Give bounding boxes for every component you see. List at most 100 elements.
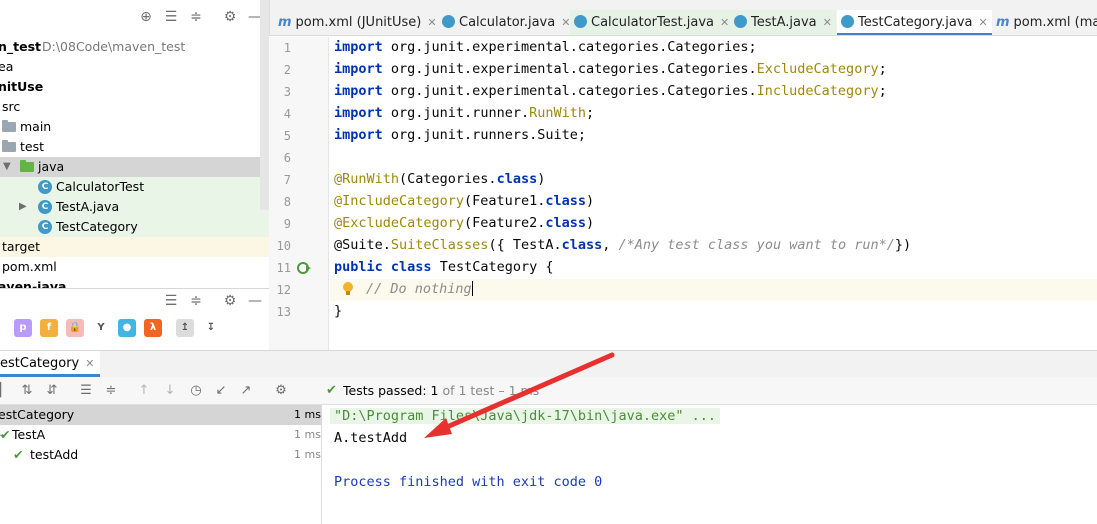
line-number: 1 (283, 41, 291, 55)
show-fields-icon[interactable]: f (40, 319, 58, 337)
close-icon[interactable]: ✕ (979, 16, 988, 29)
code-line-1: import org.junit.experimental.categories… (334, 39, 757, 55)
show-inherited-icon[interactable]: Y (92, 319, 110, 337)
line-number: 7 (283, 173, 291, 187)
expand-all-icon[interactable]: ☰ (162, 8, 180, 26)
collapse-all-icon[interactable]: ≑ (187, 292, 205, 310)
previous-failed-icon[interactable]: ↑ (135, 382, 153, 400)
close-icon[interactable]: ✕ (85, 357, 94, 370)
console-exit-line: Process finished with exit code 0 (334, 474, 603, 490)
gear-icon[interactable]: ⚙ (272, 382, 290, 400)
run-toolbar: ▏ ⇅ ⇵ ☰ ≑ ↑ ↓ ◷ ↙ ↗ ⚙ ✔ Tests passed: 1 … (0, 377, 1097, 405)
sort-alphabetically-icon[interactable]: ⇅ (18, 382, 36, 400)
tree-item-junituse[interactable]: nitUse (0, 77, 269, 97)
code-line-12: // Do nothing (366, 281, 473, 297)
tree-item-calculatortest[interactable]: C CalculatorTest (0, 177, 269, 197)
tree-item-src[interactable]: src (0, 97, 269, 117)
locate-icon[interactable]: ⊕ (137, 8, 155, 26)
test-duration: 1 ms (294, 448, 321, 461)
close-icon[interactable]: ✕ (720, 16, 729, 29)
line-number: 10 (276, 239, 291, 253)
lightbulb-icon[interactable] (341, 280, 355, 298)
project-name: n_test (0, 39, 42, 54)
show-non-public-icon[interactable]: 🔒 (66, 319, 84, 337)
tab-calculator-java[interactable]: Calculator.java ✕ (442, 10, 570, 35)
close-icon[interactable]: ✕ (823, 16, 832, 29)
test-class-icon (574, 15, 587, 28)
passed-check-icon: ✔ (0, 427, 11, 442)
code-line-9: @ExcludeCategory(Feature2.class) (334, 215, 595, 231)
tab-run-testcategory[interactable]: estCategory ✕ (0, 351, 101, 377)
line-number: 12 (276, 283, 291, 297)
tree-item-project-root[interactable]: n_test D:\08Code\maven_test (0, 37, 269, 57)
test-node-testcategory[interactable]: estCategory 1 ms (0, 405, 321, 425)
test-class-icon: C (38, 180, 52, 194)
import-tests-icon[interactable]: ↙ (212, 382, 230, 400)
expand-all-icon[interactable]: ☰ (162, 292, 180, 310)
tree-item-java[interactable]: ▼ java (0, 157, 269, 177)
tree-item-maven-java[interactable]: aven-java (0, 277, 269, 288)
test-node-testadd[interactable]: ✔ testAdd 1 ms (0, 445, 321, 465)
editor-gutter[interactable] (269, 37, 329, 350)
project-tool-window: ⊕ ☰ ≑ ⚙ — n_test D:\08Code\maven_test ea… (0, 0, 269, 288)
tab-testcategory-java[interactable]: TestCategory.java ✕ (837, 10, 992, 35)
maven-icon: m (996, 15, 1010, 30)
chevron-right-icon[interactable]: ▶ (19, 197, 27, 217)
tree-item-target[interactable]: target (0, 237, 269, 257)
history-icon[interactable]: ◷ (187, 382, 205, 400)
tree-item-testa[interactable]: ▶ C TestA.java (0, 197, 269, 217)
tab-calculatortest-java[interactable]: CalculatorTest.java ✕ (570, 10, 734, 35)
tab-testa-java[interactable]: TestA.java ✕ (730, 10, 836, 35)
tree-item-test[interactable]: test (0, 137, 269, 157)
tab-pom-maven[interactable]: mpom.xml (mave (996, 10, 1097, 35)
folder-icon (2, 120, 16, 132)
tab-pom-junituse[interactable]: m pom.xml (JUnitUse) ✕ (278, 10, 437, 35)
sort-by-duration-icon[interactable]: ⇵ (43, 382, 61, 400)
test-duration: 1 ms (294, 408, 321, 421)
tree-item-pom[interactable]: pom.xml (0, 257, 269, 277)
code-line-13: } (334, 303, 343, 319)
minimize-icon[interactable]: — (246, 292, 264, 310)
class-icon (442, 15, 455, 28)
line-number: 6 (283, 151, 291, 165)
next-failed-icon[interactable]: ↓ (161, 382, 179, 400)
collapse-all-icon[interactable]: ≑ (102, 382, 120, 400)
line-number: 9 (283, 217, 291, 231)
rerun-icon[interactable]: ▏ (0, 382, 14, 400)
export-tests-icon[interactable]: ↗ (237, 382, 255, 400)
run-test-gutter-icon[interactable] (296, 260, 312, 276)
tree-item-idea[interactable]: ea (0, 57, 269, 77)
expand-all-icon[interactable]: ☰ (77, 382, 95, 400)
code-line-10: @Suite.SuiteClasses({ TestA.class, /*Any… (334, 237, 912, 253)
folder-icon (2, 140, 16, 152)
collapse-all-icon[interactable]: ≑ (187, 8, 205, 26)
test-class-icon: C (38, 200, 52, 214)
code-line-3: import org.junit.experimental.categories… (334, 83, 887, 99)
autoscroll-to-source-icon[interactable]: ↥ (176, 319, 194, 337)
line-number: 2 (283, 63, 291, 77)
close-icon[interactable]: ✕ (427, 16, 436, 29)
test-status-text: Tests passed: 1 of 1 test – 1 ms (343, 383, 540, 398)
tree-item-main[interactable]: main (0, 117, 269, 137)
show-lambdas-icon[interactable]: λ (144, 319, 162, 337)
project-path: D:\08Code\maven_test (42, 39, 186, 54)
gear-icon[interactable]: ⚙ (221, 8, 239, 26)
line-number: 13 (276, 305, 291, 319)
code-line-2: import org.junit.experimental.categories… (334, 61, 887, 77)
maven-icon: m (278, 15, 292, 30)
test-folder-icon (20, 160, 34, 172)
gear-icon[interactable]: ⚙ (221, 292, 239, 310)
project-toolbar: ⊕ ☰ ≑ ⚙ — (0, 8, 269, 36)
test-node-testa[interactable]: ⌄ ✔ TestA 1 ms (0, 425, 321, 445)
scrollbar[interactable] (260, 0, 269, 210)
tree-item-testcategory[interactable]: C TestCategory (0, 217, 269, 237)
show-properties-icon[interactable]: p (14, 319, 32, 337)
chevron-down-icon[interactable]: ▼ (3, 157, 11, 177)
show-anonymous-icon[interactable]: ● (118, 319, 136, 337)
passed-check-icon: ✔ (326, 383, 337, 398)
code-line-4: import org.junit.runner.RunWith; (334, 105, 595, 121)
structure-tool-window: ☰ ≑ ⚙ — p f 🔒 Y ● λ ↥ ↧ (0, 288, 269, 350)
autoscroll-from-source-icon[interactable]: ↧ (202, 319, 220, 337)
line-number: 8 (283, 195, 291, 209)
code-line-11: public class TestCategory { (334, 259, 554, 275)
